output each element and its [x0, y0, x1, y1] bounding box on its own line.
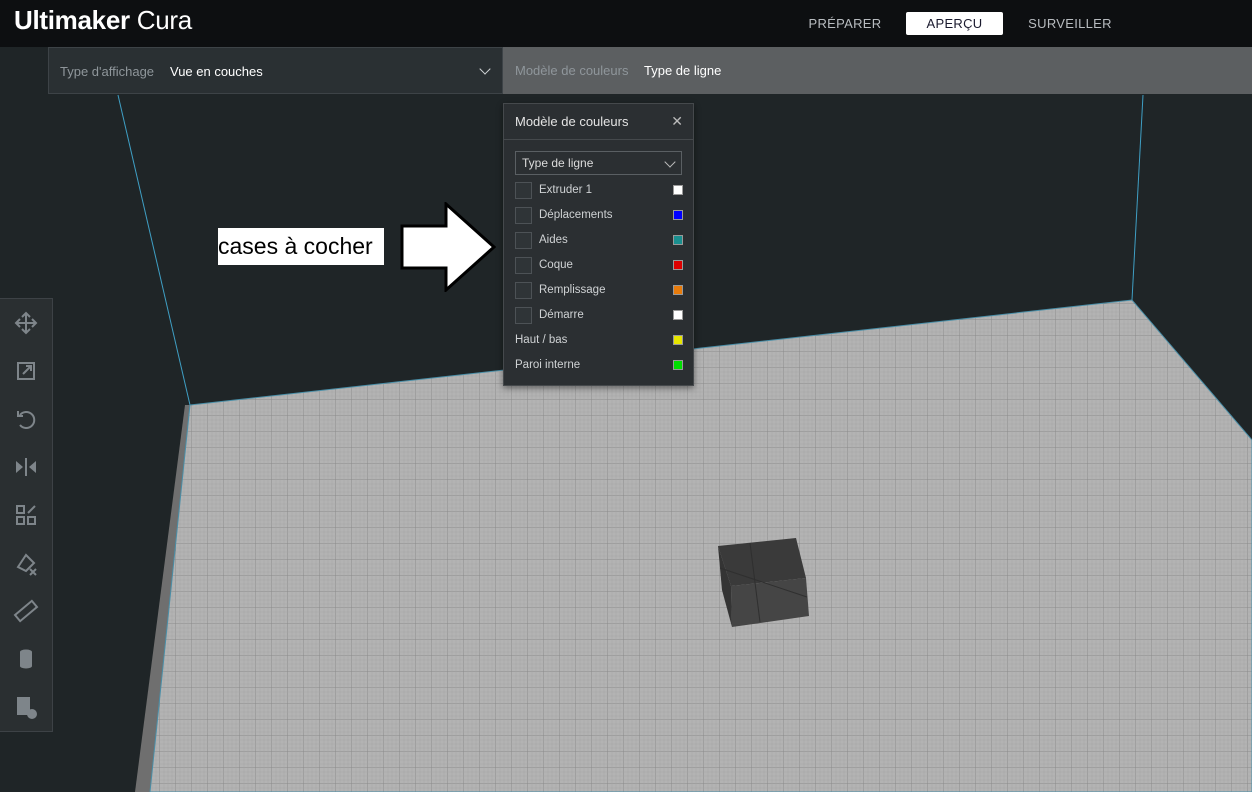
legend-label: Remplissage — [539, 284, 606, 296]
view-type-label: Type d'affichage — [60, 64, 155, 79]
checkbox[interactable] — [515, 207, 532, 224]
checkbox[interactable] — [515, 257, 532, 274]
color-scheme-select-value: Type de ligne — [522, 156, 594, 170]
legend-label: Coque — [539, 259, 573, 271]
tool-panel — [0, 298, 53, 732]
color-scheme-bar[interactable]: Modèle de couleurs Type de ligne — [503, 47, 1252, 94]
legend-item-top-bottom: Haut / bas — [515, 332, 683, 352]
rotate-icon[interactable] — [12, 405, 40, 433]
legend-label: Aides — [539, 234, 568, 246]
panel-title: Modèle de couleurs — [515, 114, 629, 129]
legend-label: Extruder 1 — [539, 184, 593, 196]
legend-item-inner-wall: Paroi interne — [515, 357, 683, 377]
color-swatch — [673, 335, 683, 345]
panel-header: Modèle de couleurs ✕ — [504, 104, 693, 140]
color-swatch — [673, 235, 683, 245]
legend-label: Démarre — [539, 309, 584, 321]
close-icon[interactable]: ✕ — [671, 113, 683, 130]
legend-label: Paroi interne — [515, 359, 581, 371]
legend-label: Déplacements — [539, 209, 613, 221]
legend-item-infill[interactable]: Remplissage — [515, 282, 683, 302]
color-swatch — [673, 360, 683, 370]
color-swatch — [673, 260, 683, 270]
arrow-right-icon — [400, 202, 496, 292]
cylinder-icon[interactable] — [12, 645, 40, 673]
chevron-down-icon — [664, 156, 676, 168]
support-blocker-icon[interactable] — [12, 549, 40, 577]
tab-apercu[interactable]: APERÇU — [906, 12, 1003, 35]
mirror-icon[interactable] — [12, 453, 40, 481]
legend-label: Haut / bas — [515, 334, 568, 346]
legend-item-shell[interactable]: Coque — [515, 257, 683, 277]
tab-surveiller[interactable]: SURVEILLER — [1022, 12, 1118, 35]
checkbox[interactable] — [515, 232, 532, 249]
view-type-dropdown[interactable]: Type d'affichage Vue en couches — [48, 47, 503, 94]
printed-cube — [718, 538, 809, 627]
color-scheme-label: Modèle de couleurs — [515, 63, 629, 78]
legend-item-helpers[interactable]: Aides — [515, 232, 683, 252]
checkbox[interactable] — [515, 182, 532, 199]
move-icon[interactable] — [12, 309, 40, 337]
tab-preparer[interactable]: PRÉPARER — [800, 12, 890, 35]
legend-item-extruder[interactable]: Extruder 1 — [515, 182, 683, 202]
top-bar: Ultimaker Cura PRÉPARER APERÇU SURVEILLE… — [0, 0, 1252, 47]
color-scheme-value: Type de ligne — [644, 63, 722, 78]
annotation-label: cases à cocher — [218, 228, 384, 265]
arrange-icon[interactable] — [12, 501, 40, 529]
checkbox[interactable] — [515, 307, 532, 324]
legend-item-starts[interactable]: Démarre — [515, 307, 683, 327]
scale-icon[interactable] — [12, 357, 40, 385]
view-type-value: Vue en couches — [170, 64, 263, 79]
checkbox[interactable] — [515, 282, 532, 299]
color-swatch — [673, 185, 683, 195]
per-model-settings-icon[interactable] — [12, 693, 40, 721]
measure-icon[interactable] — [12, 597, 40, 625]
color-swatch — [673, 285, 683, 295]
chevron-down-icon — [479, 63, 491, 75]
color-scheme-select[interactable]: Type de ligne — [515, 151, 682, 175]
legend-item-travels[interactable]: Déplacements — [515, 207, 683, 227]
color-swatch — [673, 210, 683, 220]
color-swatch — [673, 310, 683, 320]
build-plate — [149, 299, 1252, 792]
color-scheme-panel: Modèle de couleurs ✕ Type de ligne Extru… — [503, 103, 694, 386]
app-logo: Ultimaker Cura — [14, 5, 192, 35]
